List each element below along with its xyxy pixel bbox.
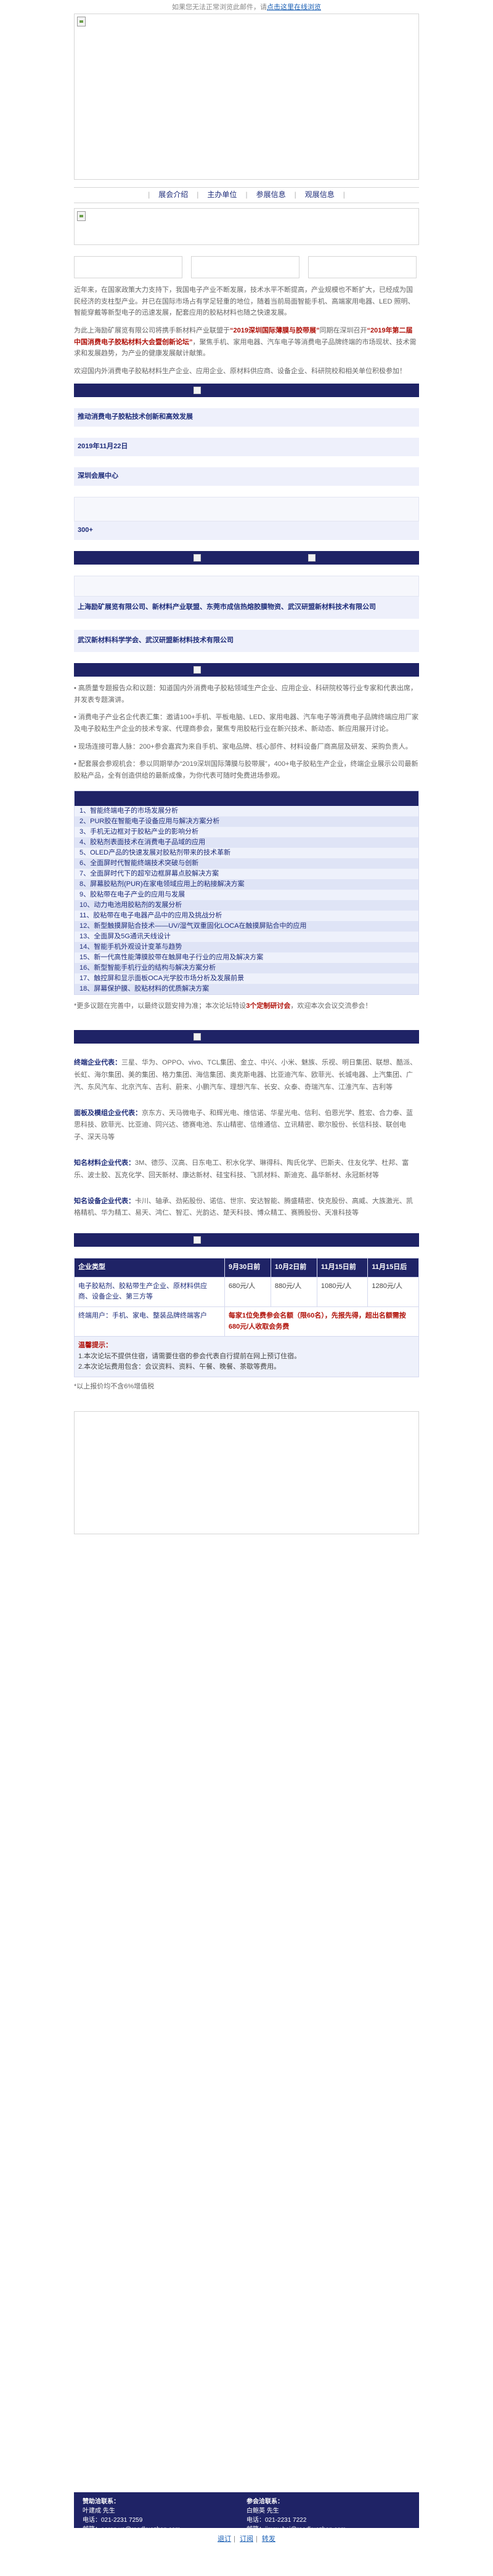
intro-image-2: [191, 256, 299, 278]
organizers-bar: [74, 550, 419, 565]
hero-banner-image: [74, 14, 419, 180]
forward-link[interactable]: 转发: [262, 2535, 275, 2543]
intro-paragraph-1: 近年来，在国家政策大力支持下，我国电子产业不断发展，技术水平不断提高，产业规模也…: [74, 286, 415, 317]
topic-item: 4、胶粘剂表面技术在消费电子品域的应用: [75, 837, 418, 848]
organizers-line-1: 上海励矿展览有限公司、新材料产业联盟、东莞市成信热熔胶膜物资、武汉研盟新材料技术…: [74, 596, 419, 619]
organizers-line-2: 武汉新材料科学学会、武汉研盟新材料技术有限公司: [74, 629, 419, 652]
topic-item: 12、新型触摸屏贴合技术——UV/湿气双重固化LOCA在触摸屏贴合中的应用: [75, 920, 418, 932]
topic-item: 1、智能终端电子的市场发展分析: [75, 805, 418, 816]
event-scale: 300+: [74, 521, 419, 540]
event-theme: 推动消费电子胶粘技术创新和高效发展: [74, 408, 419, 427]
price-header: 企业类型: [74, 1258, 225, 1278]
price-cell: 680元/人: [224, 1276, 271, 1307]
topic-item: 18、屏幕保护膜、胶粘材料的优质解决方案: [75, 983, 418, 994]
intro-paragraph-2: 为此上海励矿展览有限公司将携手新材料产业联盟于“2019深圳国际薄膜与胶带展”同…: [74, 327, 417, 358]
bottom-links: 退订 | 订阅 | 转发: [218, 2535, 275, 2543]
sponsor-contact: 赞助洽联系： 叶建成 先生 电话：021-2231 7259 邮箱：aaron.…: [83, 2498, 181, 2533]
attendee-group-material: 知名材料企业代表：3M、德莎、汉高、日东电工、积水化学、琳得科、陶氏化学、巴斯夫…: [74, 1159, 409, 1179]
top-notice: 如果您无法正常浏览此邮件，请点击这里在线浏览: [0, 0, 493, 14]
topics-table: 1、智能终端电子的市场发展分析 2、PUR胶在智能电子设备应用与解决方案分析 3…: [74, 790, 419, 995]
subscribe-link[interactable]: 订阅: [240, 2535, 253, 2543]
attendee-group-terminal: 终端企业代表：三星、华为、OPPO、vivo、TCL集团、金立、中兴、小米、魅族…: [74, 1059, 417, 1091]
topic-item: 14、智能手机外观设计变革与趋势: [75, 941, 418, 952]
image-icon: [194, 666, 201, 674]
intro-image-row: [74, 256, 419, 278]
event-venue: 深圳会展中心: [74, 467, 419, 486]
price-cell: 1280元/人: [367, 1276, 419, 1307]
highlights-bar: [74, 662, 419, 677]
highlight-item: • 消费电子产业名企代表汇集：邀请100+手机、平板电脑、LED、家用电器、汽车…: [74, 714, 419, 733]
nav-exhibit[interactable]: 参展信息: [248, 189, 295, 201]
price-header: 9月30日前: [224, 1258, 271, 1278]
topic-item: 11、胶粘带在电子电器产品中的应用及挑战分析: [75, 910, 418, 921]
intro-image-3: [308, 256, 417, 278]
price-header: 11月15日前: [316, 1258, 369, 1278]
nav-intro[interactable]: 展会介绍: [150, 189, 197, 201]
price-type: 电子胶粘剂、胶粘带生产企业、原材料供应商、设备企业、第三方等: [74, 1276, 225, 1307]
broken-image-icon: [77, 211, 86, 221]
topic-item: 7、全面屏时代下的超窄边框屏幕点胶解决方案: [75, 868, 418, 879]
highlights-list: • 高质量专题报告众和议题：知道国内外消费电子胶粘领域生产企业、应用企业、科研院…: [74, 683, 419, 782]
intro-paragraph-3: 欢迎国内外消费电子胶粘材料生产企业、应用企业、原材料供应商、设备企业、科研院校和…: [74, 368, 406, 376]
attendee-contact: 参会洽联系： 白鲍英 先生 电话：021-2231 7222 邮箱：jimmy.…: [246, 2498, 346, 2533]
highlight-item: • 现场连接可靠人脉：200+参会嘉宾为来自手机、家电品牌、核心部件、材料设备厂…: [74, 743, 412, 751]
section-bar: [74, 383, 419, 397]
venue-image: [74, 1411, 419, 1534]
intro-image-1: [74, 256, 182, 278]
price-header: 10月2日前: [270, 1258, 317, 1278]
pricing-table: 企业类型 9月30日前 10月2日前 11月15日前 11月15日后 电子胶粘剂…: [74, 1258, 420, 1377]
topic-item: 6、全面屏时代智能终端技术突破与创新: [75, 858, 418, 869]
attendees-bar: [74, 1030, 419, 1044]
price-header: 11月15日后: [367, 1258, 419, 1278]
view-online-link[interactable]: 点击这里在线浏览: [267, 4, 321, 11]
topic-item: 15、新一代高性能薄膜胶带在触屏电子行业的应用及解决方案: [75, 952, 418, 963]
topic-item: 17、触控屏和显示面板OCA光学胶市场分析及发展前景: [75, 973, 418, 984]
topic-item: 2、PUR胶在智能电子设备应用与解决方案分析: [75, 816, 418, 827]
topics-note: *更多议题在完善中，以最终议题安排为准；本次论坛特设3个定制研讨会，欢迎本次会议…: [74, 1002, 372, 1010]
broken-image-icon: [77, 17, 86, 26]
image-icon: [194, 553, 201, 561]
topic-item: 3、手机无边框对于胶粘产业的影响分析: [75, 826, 418, 837]
image-icon: [194, 1033, 201, 1041]
attendee-group-panel: 面板及模组企业代表：京东方、天马微电子、和辉光电、维信诺、华星光电、信利、伯恩光…: [74, 1109, 413, 1141]
contact-footer: 赞助洽联系： 叶建成 先生 电话：021-2231 7259 邮箱：aaron.…: [74, 2492, 419, 2533]
unsubscribe-link[interactable]: 退订: [218, 2535, 231, 2543]
secondary-banner-image: [74, 208, 419, 245]
topic-item: 13、全面屏及5G通讯天线设计: [75, 931, 418, 942]
image-icon: [194, 1236, 201, 1244]
notice-text: 如果您无法正常浏览此邮件，请: [172, 4, 267, 11]
price-cell: 880元/人: [270, 1276, 317, 1307]
price-type: 终端用户：手机、家电、整装品牌终端客户: [74, 1306, 225, 1337]
highlight-item: • 配套展会参观机会：参以同期举办“2019深圳国际薄膜与胶带展”，400+电子…: [74, 760, 418, 779]
topics-header: [75, 791, 418, 806]
topic-item: 16、新型智能手机行业的结构与解决方案分析: [75, 962, 418, 973]
image-icon: [308, 553, 316, 561]
topic-item: 9、胶粘带在电子产业的应用与发展: [75, 889, 418, 900]
event-scale-box: [74, 496, 419, 521]
email-page: 如果您无法正常浏览此邮件，请点击这里在线浏览 | 展会介绍 | 主办单位 | 参…: [0, 0, 493, 2576]
topic-item: 8、屏幕胶粘剂(PUR)在家电领域应用上的粘接解决方案: [75, 879, 418, 890]
nav-visit[interactable]: 观展信息: [296, 189, 343, 201]
main-nav: | 展会介绍 | 主办单位 | 参展信息 | 观展信息 |: [74, 187, 419, 203]
organizers-logo-box: [74, 575, 419, 597]
nav-organizers[interactable]: 主办单位: [198, 189, 245, 201]
price-note: 每家1位免费参会名额（限60名），先报先得，超出名额需按680元/人收取会务费: [224, 1306, 420, 1337]
event-date: 2019年11月22日: [74, 437, 419, 456]
price-footnote: *以上报价均不含6%增值税: [74, 1382, 155, 1390]
highlight-item: • 高质量专题报告众和议题：知道国内外消费电子胶粘领域生产企业、应用企业、科研院…: [74, 684, 417, 704]
price-cell: 1080元/人: [316, 1276, 369, 1307]
topic-item: 5、OLED产品的快速发展对胶粘剂带来的技术革新: [75, 847, 418, 858]
attendee-group-equipment: 知名设备企业代表：卡川、轴承、劲拓股份、诺信、世宗、安达智能、腾盛精密、快克股份…: [74, 1197, 413, 1217]
price-tips: 温馨提示： 1.本次论坛不提供住宿，请需要住宿的参会代表自行提前在网上预订住宿。…: [74, 1336, 419, 1377]
pricing-bar: [74, 1233, 419, 1247]
image-icon: [194, 386, 201, 394]
topic-item: 10、动力电池用胶粘剂的发展分析: [75, 900, 418, 911]
